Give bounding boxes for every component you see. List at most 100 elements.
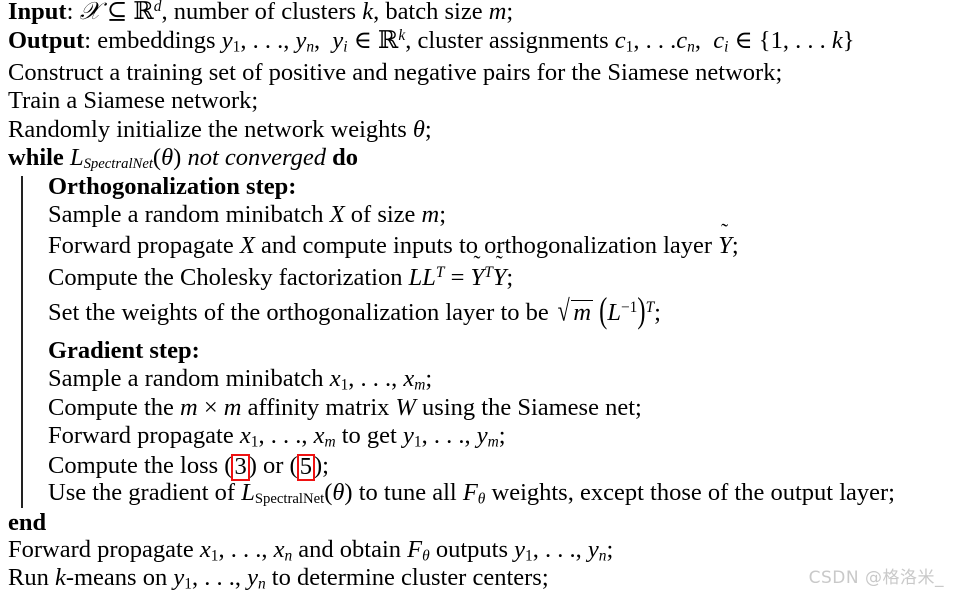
L-symbol: L [408,264,423,291]
semicolon: ; [506,0,514,25]
determine-centers-text: to determine cluster centers; [271,564,549,591]
F-symbol: F [462,479,478,506]
y-n-symbol: y [247,564,258,591]
F-symbol: F [407,536,423,563]
comma: , [218,536,225,563]
Y-tilde-symbol-2: ˜ Y [493,253,507,291]
semicolon: ; [498,422,506,449]
comma: , [191,564,199,591]
k-symbol: k [54,564,66,591]
semicolon: ; [606,536,614,563]
not-converged-text: not converged [187,144,326,171]
orthogonalization-heading-text: Orthogonalization step: [48,173,297,200]
theta-subscript: θ [422,547,430,565]
comma: , [421,422,428,449]
Y-tilde-symbol: ˜ Y [471,253,485,291]
times-symbol: × [203,394,218,421]
theta-symbol: θ [412,116,425,143]
x-1-symbol: x [239,422,251,449]
end-keyword: end [8,509,47,536]
csdn-watermark: CSDN @格洛米_ [808,568,944,588]
sample-text: Sample a random minibatch [48,201,324,228]
colon: : [66,0,74,25]
m-symbol-2: m [223,394,242,421]
Y-tilde-symbol: ˜ Y [718,221,732,259]
in-symbol: ∈ [353,27,372,54]
comma: , [301,422,308,449]
L-symbol: L [607,299,621,326]
text-batch-size: , batch size [373,0,483,25]
c-1-symbol: c [614,27,626,54]
line-forward-propagate-all: Forward propagate x1, . . ., xn and obta… [4,536,614,565]
equation-ref-5-highlight[interactable]: 5 [296,454,315,481]
y-1-subscript: 1 [184,575,192,593]
run-text: Run [8,564,49,591]
and-obtain-text: and obtain [298,536,402,563]
line-construct: Construct a training set of positive and… [8,59,783,86]
gradient-heading-text: Gradient step: [48,337,200,364]
transpose-exponent: T [645,298,655,316]
semicolon: ; [424,116,432,143]
paren-close: ) [248,452,257,479]
paren-open: ( [152,144,162,171]
line-compute-loss: Compute the loss (3) or (5); [44,452,329,481]
while-block-indent-bar [21,176,23,508]
compute-text: Compute the [48,394,174,421]
text-cluster-assignments: , cluster assignments [405,27,609,54]
comma: , [240,27,247,54]
y-1-symbol: y [173,564,185,591]
y-1-symbol: y [402,422,414,449]
transpose-exponent: T [435,263,445,281]
paren-close: ) [173,144,182,171]
algorithm-figure: Input: 𝒳 ⊆ ℝd, number of clusters k, bat… [0,0,960,596]
comma: , [782,27,789,54]
colon: : embeddings [84,27,216,54]
x-m-subscript: m [324,433,336,451]
subseteq-symbol: ⊆ [106,0,128,25]
X-symbol: X [239,232,255,259]
line-while: while LSpectralNet(θ) not converged do [4,144,359,171]
c-i-subscript: i [724,38,729,56]
line-use-gradient: Use the gradient of LSpectralNet(θ) to t… [44,479,895,506]
to-get-text: to get [341,422,397,449]
comma: , [694,27,701,54]
affinity-text: affinity matrix [247,394,390,421]
ellipsis: . . . [544,536,576,563]
line-random-init: Randomly initialize the network weights … [4,116,432,143]
y-m-symbol: y [476,422,488,449]
compute-inputs-text: and compute inputs to orthogonalization … [260,232,713,259]
m-symbol: m [180,394,198,421]
forward-text: Forward propagate [48,422,234,449]
comma: , [391,365,398,392]
reals-symbol: ℝ [133,0,154,25]
while-keyword: while [8,144,64,171]
equals-symbol: = [450,264,465,291]
paren-close: ) [344,479,353,506]
comma: , [348,365,355,392]
ellipsis: . . . [252,27,284,54]
semicolon: ; [654,299,661,326]
equation-ref-3-highlight[interactable]: 3 [231,454,250,481]
line-sample-minibatch-x: Sample a random minibatch x1, . . ., xm; [44,365,432,392]
L-symbol-2: L [422,264,436,291]
c-n-subscript: n [687,38,695,56]
text-after-reals: , number of clusters [161,0,357,25]
do-keyword: do [332,144,359,171]
forward-text: Forward propagate [48,232,234,259]
tune-text: to tune all [358,479,457,506]
comma: , [633,27,640,54]
tilde-accent: ˜ [473,251,481,276]
comma: , [575,536,582,563]
line-end: end [4,509,47,536]
line-run-kmeans: Run k-means on y1, . . ., yn to determin… [4,564,549,593]
ellipsis: . . . [270,422,302,449]
x-1-symbol: x [329,365,341,392]
cholesky-text: Compute the Cholesky factorization [48,264,403,291]
ellipsis: . . . [230,536,262,563]
use-gradient-text: Use the gradient of [48,479,236,506]
compute-loss-text: Compute the loss [48,452,219,479]
x-m-symbol: x [403,365,415,392]
x-m-symbol: x [313,422,325,449]
set-brace-open: { [758,27,771,54]
line-cholesky: Compute the Cholesky factorization LLT =… [44,253,513,291]
